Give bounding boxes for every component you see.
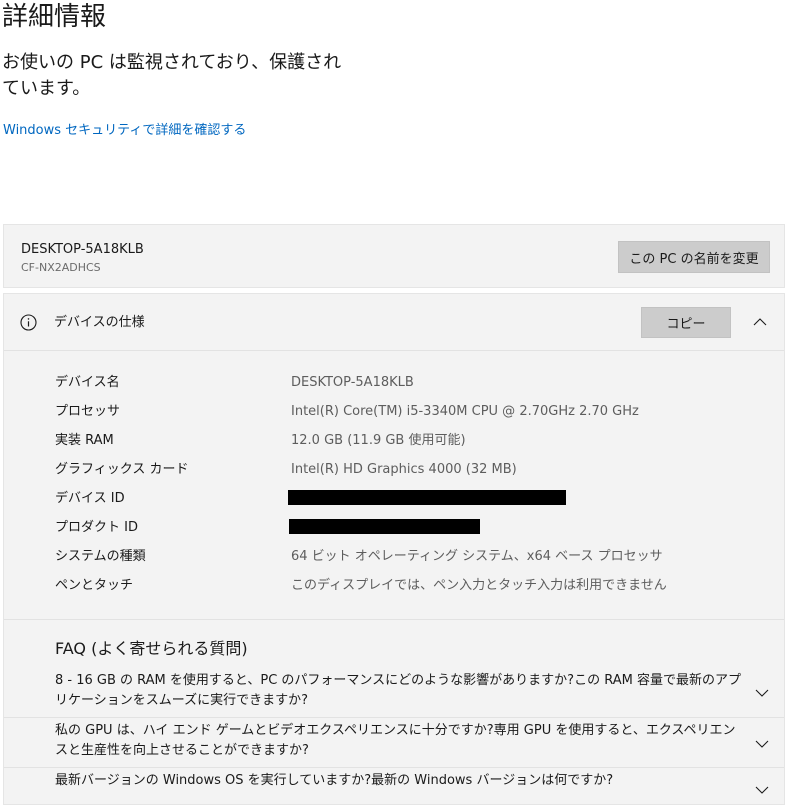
faq-item[interactable]: 私の GPU は、ハイ エンド ゲームとビデオエクスペリエンスに十分ですか?専用… (4, 717, 784, 767)
protection-status-text: お使いの PC は監視されており、保護されています。 (2, 52, 342, 99)
spec-label: ペンとタッチ (55, 578, 134, 593)
device-specs-title: デバイスの仕様 (54, 315, 145, 330)
spec-value: 64 ビット オペレーティング システム、x64 ベース プロセッサ (291, 549, 663, 564)
spec-value: DESKTOP-5A18KLB (291, 375, 414, 390)
spec-value: 12.0 GB (11.9 GB 使用可能) (291, 433, 466, 448)
chevron-down-icon[interactable] (754, 736, 770, 752)
faq-item[interactable]: 最新バージョンの Windows OS を実行していますか?最新の Window… (4, 767, 784, 804)
spec-row-product-id: プロダクト ID (4, 514, 784, 543)
faq-question: 最新バージョンの Windows OS を実行していますか?最新の Window… (55, 773, 614, 788)
faq-question: 私の GPU は、ハイ エンド ゲームとビデオエクスペリエンスに十分ですか?専用… (55, 723, 736, 758)
copy-specs-button[interactable]: コピー (641, 307, 731, 338)
spec-row-system-type: システムの種類 64 ビット オペレーティング システム、x64 ベース プロセ… (4, 543, 784, 572)
spec-row-processor: プロセッサ Intel(R) Core(TM) i5-3340M CPU @ 2… (4, 398, 784, 427)
device-specs-card: デバイスの仕様 コピー デバイス名 DESKTOP-5A18KLB プロセッサ … (3, 293, 785, 805)
spec-row-graphics-card: グラフィックス カード Intel(R) HD Graphics 4000 (3… (4, 456, 784, 485)
chevron-down-icon[interactable] (754, 782, 770, 798)
chevron-down-icon[interactable] (754, 685, 770, 701)
faq-title: FAQ (よく寄せられる質問) (55, 639, 248, 658)
windows-security-link[interactable]: Windows セキュリティで詳細を確認する (3, 122, 246, 140)
spec-value: このディスプレイでは、ペン入力とタッチ入力は利用できません (291, 578, 667, 593)
spec-row-device-id: デバイス ID (4, 485, 784, 514)
spec-label: プロセッサ (55, 404, 121, 419)
device-name: DESKTOP-5A18KLB (21, 242, 144, 257)
spec-label: デバイス名 (55, 375, 120, 390)
rename-pc-button[interactable]: この PC の名前を変更 (618, 241, 770, 273)
spec-label: 実装 RAM (55, 433, 114, 448)
device-specs-header[interactable]: デバイスの仕様 コピー (4, 294, 784, 351)
redacted-product-id (289, 519, 480, 534)
faq-item[interactable]: 8 - 16 GB の RAM を使用すると、PC のパフォーマンスにどのような… (4, 669, 784, 717)
spec-value: Intel(R) Core(TM) i5-3340M CPU @ 2.70GHz… (291, 404, 639, 419)
spec-value: Intel(R) HD Graphics 4000 (32 MB) (291, 462, 517, 477)
spec-label: システムの種類 (55, 549, 146, 564)
spec-label: デバイス ID (55, 491, 125, 506)
page-title: 詳細情報 (2, 2, 107, 32)
spec-row-ram: 実装 RAM 12.0 GB (11.9 GB 使用可能) (4, 427, 784, 456)
info-icon (20, 314, 37, 331)
chevron-up-icon[interactable] (752, 314, 768, 330)
spec-label: プロダクト ID (55, 520, 138, 535)
spec-row-device-name: デバイス名 DESKTOP-5A18KLB (4, 369, 784, 398)
device-name-card: DESKTOP-5A18KLB CF-NX2ADHCS この PC の名前を変更 (3, 224, 785, 288)
faq-question: 8 - 16 GB の RAM を使用すると、PC のパフォーマンスにどのような… (55, 673, 741, 708)
faq-divider (4, 619, 784, 620)
spec-label: グラフィックス カード (55, 462, 189, 477)
redacted-device-id (288, 490, 566, 505)
device-model: CF-NX2ADHCS (21, 261, 101, 274)
spec-row-pen-touch: ペンとタッチ このディスプレイでは、ペン入力とタッチ入力は利用できません (4, 572, 784, 601)
